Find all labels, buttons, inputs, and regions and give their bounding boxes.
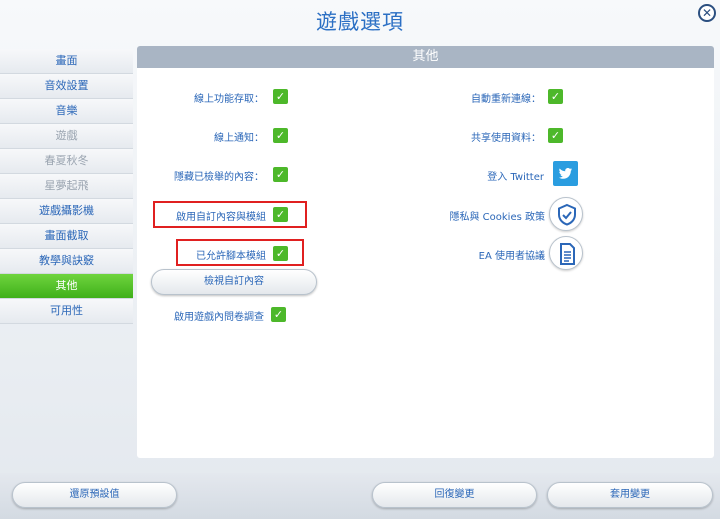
twitter-login-label[interactable]: 登入 Twitter xyxy=(437,168,544,183)
sidebar: 畫面 音效設置 音樂 遊戲 春夏秋冬 星夢起飛 遊戲攝影機 畫面截取 教學與訣竅… xyxy=(0,49,133,324)
share-usage-checkbox[interactable]: ✓ xyxy=(548,128,563,143)
close-button[interactable]: ✕ xyxy=(698,4,716,22)
restore-defaults-button[interactable]: 還原預設值 xyxy=(12,482,177,508)
panel-header: 其他 xyxy=(137,46,714,68)
window-title: 遊戲選項 xyxy=(316,10,404,34)
online-access-checkbox[interactable]: ✓ xyxy=(273,89,288,104)
sidebar-item-seasons[interactable]: 春夏秋冬 xyxy=(0,149,133,174)
privacy-policy-label[interactable]: 隱私與 Cookies 政策 xyxy=(417,208,545,223)
options-panel: 其他 線上功能存取： ✓ 線上通知： ✓ 隱藏已檢舉的內容： ✓ 啟用自訂內容與… xyxy=(137,46,714,458)
eula-label[interactable]: EA 使用者協議 xyxy=(437,247,545,262)
twitter-icon[interactable] xyxy=(553,161,578,186)
enable-custom-content-checkbox[interactable]: ✓ xyxy=(273,207,288,222)
online-access-label: 線上功能存取： xyxy=(194,94,264,105)
revert-changes-button[interactable]: 回復變更 xyxy=(372,482,537,508)
sidebar-item-accessibility[interactable]: 可用性 xyxy=(0,299,133,324)
online-notifications-label: 線上通知： xyxy=(214,133,264,144)
auto-reconnect-checkbox[interactable]: ✓ xyxy=(548,89,563,104)
online-notifications-checkbox[interactable]: ✓ xyxy=(273,128,288,143)
survey-label: 啟用遊戲內問卷調查 xyxy=(174,312,264,323)
sidebar-item-get-famous[interactable]: 星夢起飛 xyxy=(0,174,133,199)
survey-checkbox[interactable]: ✓ xyxy=(271,307,286,322)
sidebar-item-audio[interactable]: 音效設置 xyxy=(0,74,133,99)
share-usage-label: 共享使用資料： xyxy=(471,133,541,144)
hide-reported-label: 隱藏已檢舉的內容： xyxy=(174,172,264,183)
sidebar-item-gameplay[interactable]: 遊戲 xyxy=(0,124,133,149)
sidebar-item-graphics[interactable]: 畫面 xyxy=(0,49,133,74)
script-mods-label: 已允許腳本模組 xyxy=(196,251,266,262)
sidebar-item-tutorial[interactable]: 教學與訣竅 xyxy=(0,249,133,274)
privacy-shield-icon[interactable] xyxy=(549,197,583,231)
script-mods-checkbox[interactable]: ✓ xyxy=(273,246,288,261)
options-window: 遊戲選項 ✕ 畫面 音效設置 音樂 遊戲 春夏秋冬 星夢起飛 遊戲攝影機 畫面截… xyxy=(0,0,720,519)
view-custom-content-button[interactable]: 檢視自訂內容 xyxy=(151,269,317,295)
apply-changes-button[interactable]: 套用變更 xyxy=(547,482,713,508)
hide-reported-checkbox[interactable]: ✓ xyxy=(273,167,288,182)
enable-custom-content-label: 啟用自訂內容與模組 xyxy=(176,212,266,223)
sidebar-item-music[interactable]: 音樂 xyxy=(0,99,133,124)
sidebar-item-capture[interactable]: 畫面截取 xyxy=(0,224,133,249)
eula-document-icon[interactable] xyxy=(549,236,583,270)
sidebar-item-camera[interactable]: 遊戲攝影機 xyxy=(0,199,133,224)
sidebar-item-other[interactable]: 其他 xyxy=(0,274,133,299)
auto-reconnect-label: 自動重新連線： xyxy=(471,94,541,105)
